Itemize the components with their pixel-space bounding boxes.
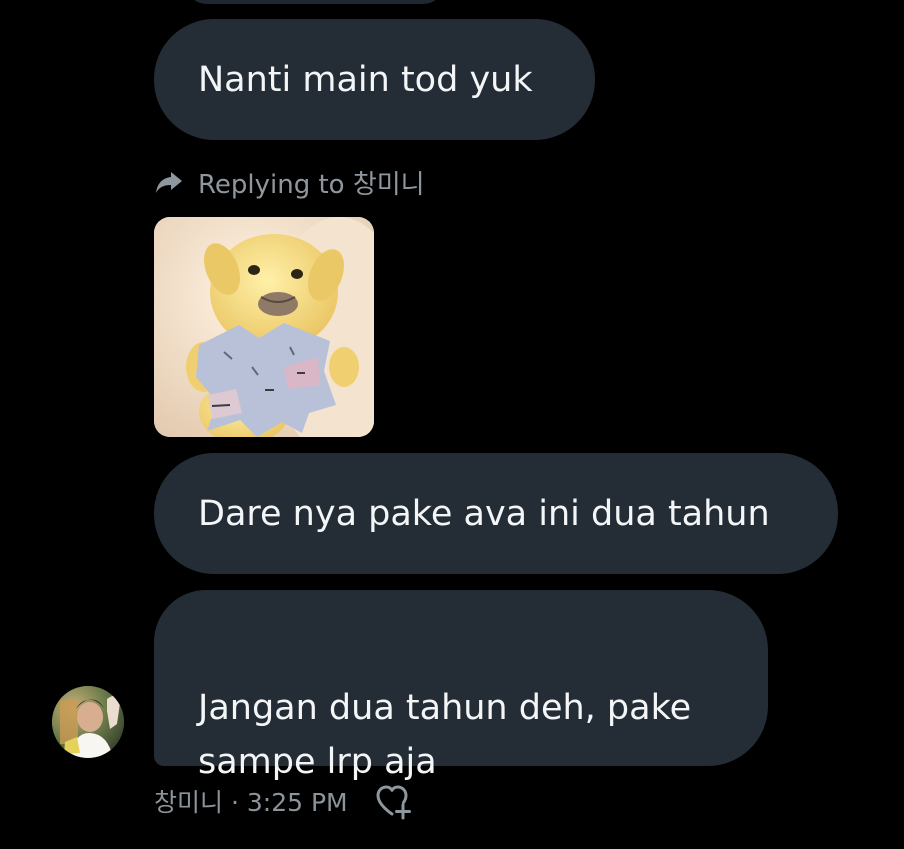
message-text: Jangan dua tahun deh, pake sampe lrp aja <box>198 688 692 782</box>
message-text: Nanti main tod yuk <box>198 59 533 100</box>
message-bubble[interactable]: Jangan dua tahun deh, pake sampe lrp aja <box>154 590 768 782</box>
message-bubble[interactable]: Dare nya pake ava ini dua tahun <box>154 453 838 574</box>
sender-name: 창미니 <box>154 788 224 817</box>
avatar-photo <box>52 686 124 758</box>
heart-plus-icon[interactable] <box>372 781 414 821</box>
reply-context[interactable]: Replying to 창미니 <box>154 160 425 204</box>
message-text: Dare nya pake ava ini dua tahun <box>198 493 770 534</box>
message-meta: 창미니 · 3:25 PM <box>154 779 414 823</box>
media-attachment[interactable] <box>154 217 374 437</box>
message-bubble[interactable]: Nanti main tod yuk <box>154 19 595 140</box>
meta-text: 창미니 · 3:25 PM <box>154 783 348 819</box>
dm-conversation: Nanti main tod yuk Replying to 창미니 Dare … <box>0 0 904 849</box>
reply-arrow-icon <box>154 167 184 197</box>
meta-separator: · <box>230 788 239 817</box>
previous-message-edge <box>185 0 445 4</box>
message-time: 3:25 PM <box>246 788 348 817</box>
avatar[interactable] <box>52 686 124 758</box>
plush-toy-photo <box>154 217 374 437</box>
replying-to-label: Replying to 창미니 <box>198 169 425 200</box>
